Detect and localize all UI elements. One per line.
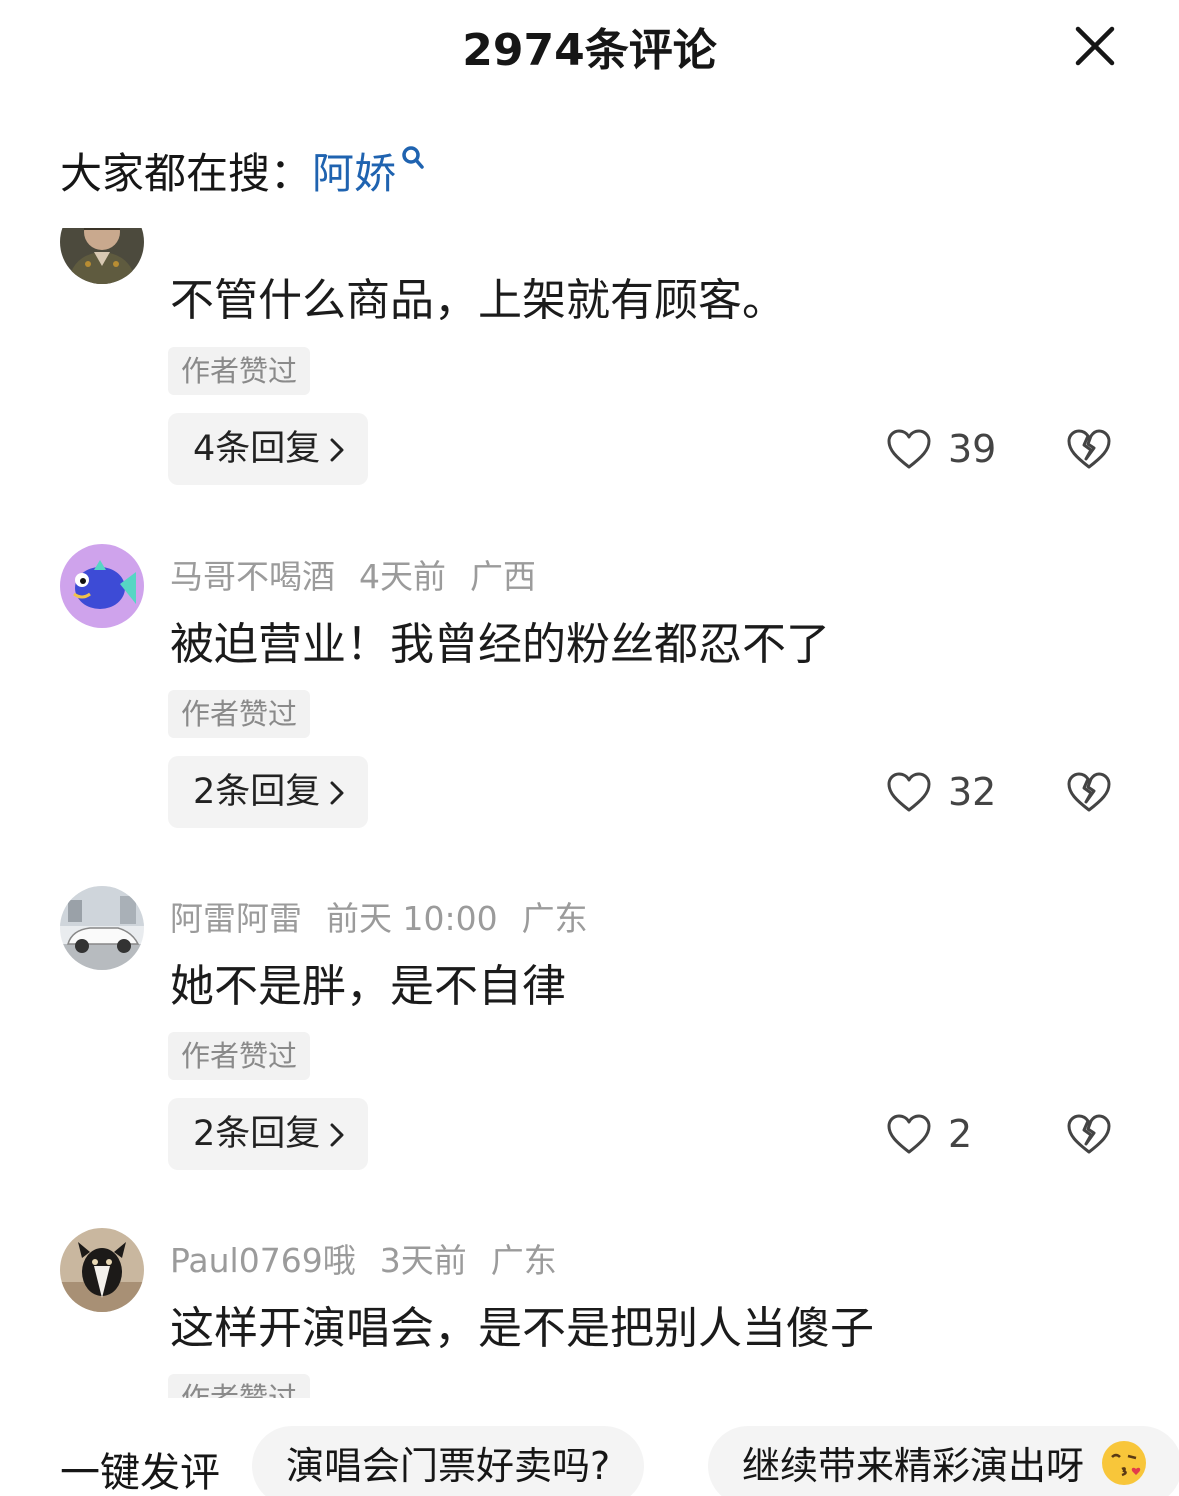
comment-meta: 阿雷阿雷 前天 10:00 广东 — [170, 892, 612, 940]
comment-list[interactable]: 不管什么商品，上架就有顾客。 作者赞过 4条回复 39 马哥不喝酒 4天前广西 — [0, 228, 1179, 1398]
avatar[interactable] — [60, 544, 144, 628]
trending-search-keyword[interactable]: 阿娇 — [312, 149, 396, 198]
author-liked-tag: 作者赞过 — [168, 347, 311, 395]
quick-reply-chip[interactable]: 继续带来精彩演出呀 — [708, 1426, 1179, 1496]
author-liked-tag: 作者赞过 — [168, 690, 311, 738]
quick-reply-chip[interactable]: 演唱会门票好卖吗? — [252, 1426, 645, 1496]
comment-text[interactable]: 不管什么商品，上架就有顾客。 — [170, 264, 786, 328]
close-icon[interactable] — [1068, 20, 1122, 74]
comment-username[interactable]: 马哥不喝酒 — [170, 557, 335, 596]
avatar[interactable] — [60, 1228, 144, 1312]
comment-username[interactable]: 阿雷阿雷 — [170, 899, 302, 938]
search-icon[interactable] — [400, 144, 426, 174]
trending-search-label: 大家都在搜： — [60, 149, 313, 198]
avatar[interactable] — [60, 228, 144, 284]
comment-time: 4天前 — [359, 557, 446, 596]
comments-title: 2974条评论 — [462, 25, 717, 76]
author-liked-tag: 作者赞过 — [168, 1032, 311, 1080]
comment-username[interactable]: Paul0769哦 — [170, 1241, 356, 1280]
quick-reply-bar: 一键发评 演唱会门票好卖吗? 继续带来精彩演出呀 — [0, 1398, 1179, 1496]
comment-item: 马哥不喝酒 4天前 广西 被迫营业！我曾经的粉丝都忍不了 作者赞过 2条回复 32 — [0, 456, 1179, 828]
quick-reply-chip-text: 继续带来精彩演出呀 — [742, 1444, 1085, 1488]
comments-header: 2974条评论 — [0, 0, 1179, 92]
avatar[interactable] — [60, 886, 144, 970]
comment-meta: Paul0769哦 3天前 广东 — [170, 1234, 581, 1282]
comment-time: 3天前 — [379, 1241, 467, 1280]
comment-item: 不管什么商品，上架就有顾客。 作者赞过 4条回复 39 — [0, 228, 1179, 485]
kiss-face-emoji-icon — [1102, 1441, 1147, 1485]
comment-item: 阿雷阿雷 前天 10:00 广东 她不是胖，是不自律 作者赞过 2条回复 2 — [0, 798, 1179, 1170]
quick-reply-label: 一键发评 — [60, 1450, 220, 1496]
comment-text[interactable]: 她不是胖，是不自律 — [170, 950, 566, 1014]
comment-location: 广东 — [521, 899, 588, 938]
comment-meta: 马哥不喝酒 4天前 广西 — [170, 550, 560, 598]
comment-location: 广西 — [470, 557, 536, 596]
trending-search: 大家都在搜：阿娇 — [60, 140, 426, 201]
comment-text[interactable]: 这样开演唱会，是不是把别人当傻子 — [170, 1292, 874, 1356]
comment-text[interactable]: 被迫营业！我曾经的粉丝都忍不了 — [170, 608, 830, 672]
comment-time: 前天 10:00 — [326, 899, 498, 938]
comment-location: 广东 — [490, 1241, 557, 1280]
quick-reply-chip-text: 演唱会门票好卖吗? — [286, 1444, 611, 1488]
author-liked-tag: 作者赞过 — [168, 1374, 311, 1398]
comment-meta — [170, 228, 242, 249]
comment-item: Paul0769哦 3天前 广东 这样开演唱会，是不是把别人当傻子 作者赞过 — [0, 1140, 1179, 1398]
